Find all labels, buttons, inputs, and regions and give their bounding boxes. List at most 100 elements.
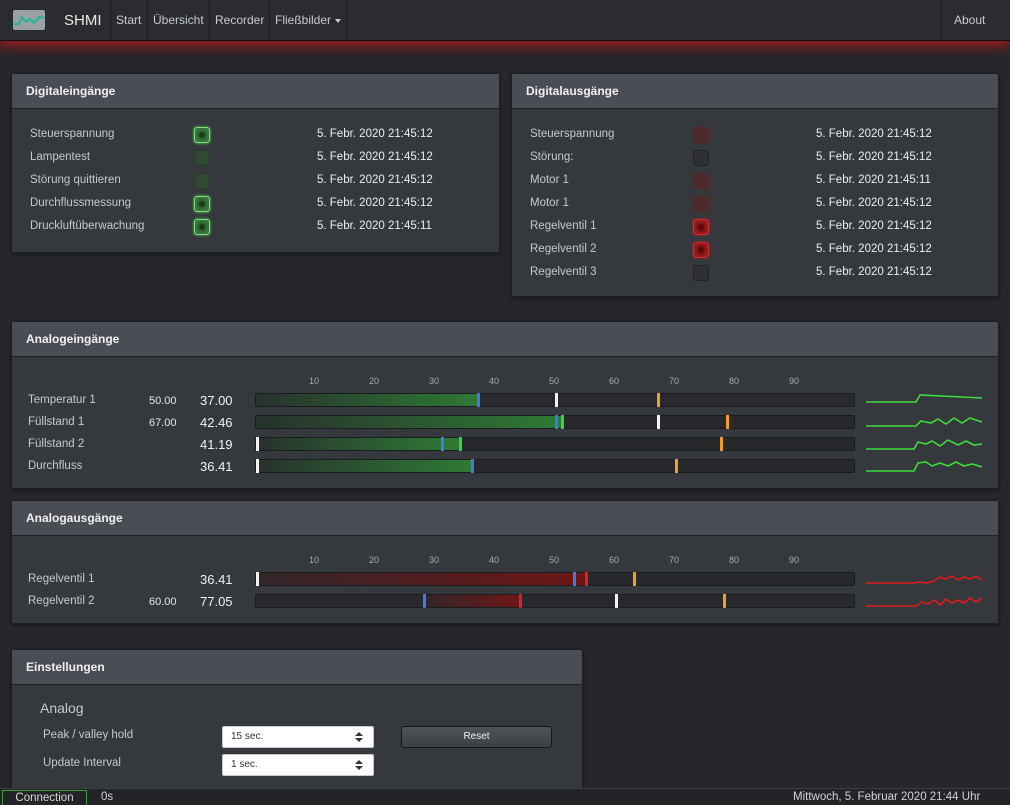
hold-value: 50.00: [149, 395, 177, 407]
analog-channel-label: Temperatur 1: [28, 394, 96, 406]
scale-tick-label: 30: [429, 376, 440, 386]
analog-inputs-panel: Analogeingänge 10 20 30 40 50 60 70 80 90 Temper…: [11, 321, 999, 489]
status-led-icon: [194, 196, 210, 212]
signal-label: Regelventil 3: [530, 266, 597, 278]
signal-label: Regelventil 1: [530, 220, 597, 232]
chevron-down-icon: [335, 18, 342, 23]
hold-marker: [656, 415, 660, 429]
trend-sparkline: [866, 412, 983, 435]
analog-bar: [255, 393, 855, 407]
analog-bar-fill: [424, 595, 520, 607]
nav-recorder[interactable]: Recorder: [209, 0, 269, 40]
scale-tick-label: 50: [549, 376, 560, 386]
timestamp: 5. Febr. 2020 21:45:11: [816, 174, 931, 186]
signal-label: Steuerspannung: [30, 128, 115, 140]
panel-title: Digitaleingänge: [12, 74, 499, 109]
status-bar: Connection 0s Mittwoch, 5. Februar 2020 …: [0, 788, 1010, 805]
status-led-icon: [693, 265, 709, 281]
panel-title: Einstellungen: [12, 650, 582, 685]
scale-tick-label: 40: [489, 555, 500, 565]
panel-title: Analogeingänge: [12, 322, 998, 357]
signal-label: Motor 1: [530, 197, 569, 209]
signal-label: Störung:: [530, 151, 574, 163]
timestamp: 5. Febr. 2020 21:45:12: [317, 128, 433, 140]
nav-about[interactable]: About: [941, 0, 1010, 40]
status-led-icon: [693, 196, 709, 212]
analog-bar-fill: [256, 438, 460, 450]
status-led-icon: [194, 127, 210, 143]
update-interval-value: 1 sec.: [231, 759, 258, 770]
scale-tick-label: 10: [309, 376, 320, 386]
update-interval-select[interactable]: 1 sec.: [222, 754, 374, 776]
status-led-icon: [693, 219, 709, 235]
signal-label: Druckluftüberwachung: [30, 220, 145, 232]
nav-flow-label: Fließbilder: [275, 13, 332, 27]
current-value: 42.46: [200, 415, 233, 430]
analog-bar: [255, 415, 855, 429]
analog-bar: [255, 594, 855, 608]
settings-panel: Einstellungen Analog Peak / valley hold …: [11, 649, 583, 799]
current-value: 36.41: [200, 572, 233, 587]
current-value: 41.19: [200, 437, 233, 452]
peak-hold-label: Peak / valley hold: [43, 729, 134, 741]
signal-label: Motor 1: [530, 174, 569, 186]
setpoint-marker: [554, 415, 558, 429]
peak-marker: [632, 572, 636, 586]
scale-tick-label: 90: [789, 555, 800, 565]
settings-subtitle: Analog: [40, 700, 84, 716]
connection-indicator[interactable]: Connection: [2, 790, 87, 805]
select-arrows-icon: [355, 760, 363, 770]
value-marker: [560, 415, 564, 429]
timestamp: 5. Febr. 2020 21:45:12: [816, 243, 932, 255]
app-brand[interactable]: SHMI: [64, 12, 102, 29]
scale-tick-label: 80: [729, 555, 740, 565]
setpoint-marker: [470, 459, 474, 473]
value-marker: [584, 572, 588, 586]
hold-value: 67.00: [149, 417, 177, 429]
analog-channel-label: Durchfluss: [28, 460, 83, 472]
status-led-icon: [194, 150, 210, 166]
peak-hold-value: 15 sec.: [231, 731, 264, 742]
nav-start[interactable]: Start: [110, 0, 146, 40]
timestamp: 5. Febr. 2020 21:45:12: [816, 266, 932, 278]
setpoint-marker: [440, 437, 444, 451]
trend-sparkline: [866, 569, 983, 592]
min-marker: [256, 437, 260, 451]
scale-tick-label: 30: [429, 555, 440, 565]
setpoint-marker: [572, 572, 576, 586]
trend-sparkline: [866, 390, 983, 413]
app-logo-icon[interactable]: [13, 10, 45, 30]
digital-inputs-panel: Digitaleingänge Steuerspannung 5. Febr. 2…: [11, 73, 500, 253]
value-marker: [458, 437, 462, 451]
update-interval-label: Update Interval: [43, 757, 121, 769]
hold-value: 60.00: [149, 596, 177, 608]
analog-channel-label: Füllstand 2: [28, 438, 85, 450]
analog-bar-fill: [256, 394, 478, 406]
scale-tick-label: 10: [309, 555, 320, 565]
scale-tick-label: 80: [729, 376, 740, 386]
status-led-icon: [693, 242, 709, 258]
timestamp: 5. Febr. 2020 21:45:12: [816, 151, 932, 163]
status-led-icon: [693, 173, 709, 189]
timestamp: 5. Febr. 2020 21:45:12: [317, 151, 433, 163]
analog-bar: [255, 572, 855, 586]
analog-channel-label: Regelventil 1: [28, 573, 95, 585]
scale-tick-label: 20: [369, 376, 380, 386]
reset-button[interactable]: Reset: [401, 726, 552, 748]
nav-overview[interactable]: Übersicht: [147, 0, 209, 40]
analog-bar: [255, 459, 855, 473]
peak-marker: [674, 459, 678, 473]
latency-text: 0s: [101, 791, 114, 803]
timestamp: 5. Febr. 2020 21:45:12: [816, 128, 932, 140]
peak-hold-select[interactable]: 15 sec.: [222, 726, 374, 748]
signal-label: Lampentest: [30, 151, 91, 163]
nav-flow-diagrams[interactable]: Fließbilder: [269, 0, 348, 40]
value-marker: [518, 594, 522, 608]
scale-tick-label: 50: [549, 555, 560, 565]
analog-outputs-panel: Analogausgänge 10 20 30 40 50 60 70 80 90 Regelv…: [11, 500, 999, 624]
peak-marker: [719, 437, 723, 451]
top-navbar: SHMI Start Übersicht Recorder Fließbilde…: [0, 0, 1010, 41]
hold-marker: [614, 594, 618, 608]
peak-marker: [725, 415, 729, 429]
trend-sparkline: [866, 456, 983, 479]
